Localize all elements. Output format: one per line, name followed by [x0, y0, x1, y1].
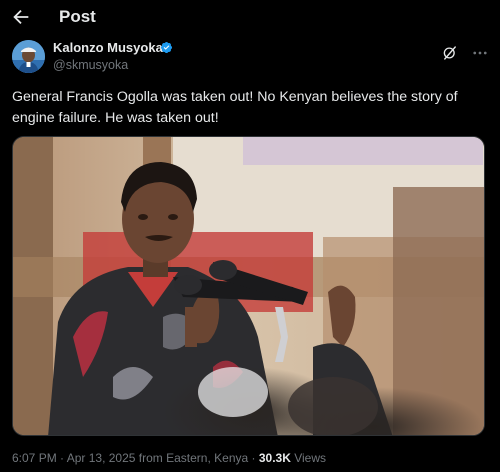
more-options-button[interactable] — [471, 44, 489, 62]
page-title: Post — [59, 7, 96, 26]
post-header: Post — [0, 0, 500, 34]
arrow-left-icon — [13, 9, 29, 25]
grok-icon — [443, 46, 456, 60]
meta-separator: · — [248, 451, 259, 465]
views-count: 30.3K — [258, 451, 291, 465]
author-handle[interactable]: @skmusyoka — [53, 58, 128, 72]
back-button[interactable] — [10, 6, 32, 28]
views-label: Views — [294, 451, 327, 465]
post-time[interactable]: 6:07 PM — [12, 451, 57, 465]
more-horizontal-icon — [473, 51, 487, 55]
photo-speaker-at-microphones — [13, 137, 484, 435]
tweet-photo[interactable] — [12, 136, 485, 436]
verified-badge-icon — [160, 41, 173, 54]
meta-separator: · — [56, 451, 67, 465]
grok-button[interactable] — [441, 44, 459, 62]
author-row: Kalonzo Musyoka @skmusyoka — [0, 38, 500, 78]
tweet-metadata: 6:07 PM · Apr 13, 2025 from Eastern, Ken… — [12, 451, 326, 465]
tweet-text: General Francis Ogolla was taken out! No… — [12, 89, 458, 126]
post-date[interactable]: Apr 13, 2025 — [67, 451, 136, 465]
avatar[interactable] — [12, 40, 45, 73]
avatar-image — [12, 40, 45, 73]
post-location: from Eastern, Kenya — [138, 451, 249, 465]
author-display-name[interactable]: Kalonzo Musyoka — [53, 40, 163, 55]
